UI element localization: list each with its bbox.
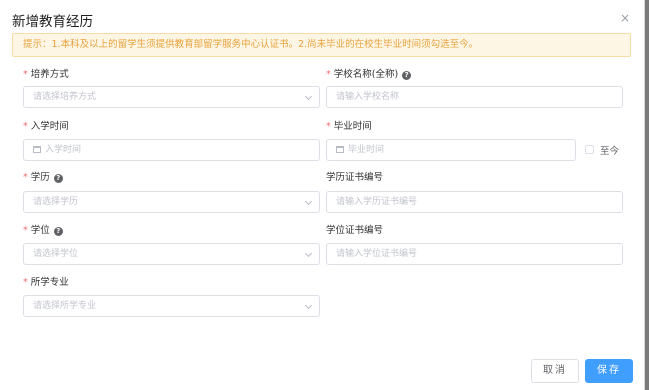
graduate-date-picker[interactable]: 毕业时间	[326, 139, 576, 161]
major-select[interactable]: 请选择所学专业	[23, 295, 320, 317]
education-dialog: 新增教育经历 × 提示：1.本科及以上的留学生须提供教育部留学服务中心认证书。2…	[0, 0, 645, 390]
notice-banner: 提示：1.本科及以上的留学生须提供教育部留学服务中心认证书。2.尚未毕业的在校生…	[12, 33, 631, 57]
edu-cert-no-label: 学历证书编号	[326, 172, 384, 183]
education-label: * 学历?	[23, 172, 63, 184]
help-icon[interactable]: ?	[53, 174, 63, 183]
enroll-date-picker[interactable]: 入学时间	[23, 139, 320, 161]
chevron-down-icon	[304, 249, 313, 258]
training-mode-select[interactable]: 请选择培养方式	[23, 86, 320, 108]
until-now-label[interactable]: 至今	[600, 143, 619, 157]
until-now-checkbox[interactable]	[585, 145, 594, 154]
calendar-icon	[336, 146, 344, 153]
school-name-label: * 学校名称(全称)?	[326, 69, 412, 81]
chevron-down-icon	[304, 301, 313, 310]
help-icon[interactable]: ?	[402, 71, 412, 80]
school-name-input[interactable]: 请输入学校名称	[326, 86, 623, 108]
enroll-date-label: * 入学时间	[23, 121, 69, 132]
required-mark: *	[23, 225, 28, 236]
major-label: * 所学专业	[23, 277, 69, 288]
education-select[interactable]: 请选择学历	[23, 191, 320, 213]
chevron-down-icon	[304, 197, 313, 206]
dialog-title: 新增教育经历	[12, 14, 93, 30]
required-mark: *	[23, 172, 28, 183]
required-mark: *	[326, 69, 331, 80]
edu-cert-no-input[interactable]: 请输入学历证书编号	[326, 191, 623, 213]
save-button[interactable]: 保存	[585, 359, 633, 383]
degree-cert-no-label: 学位证书编号	[326, 225, 384, 236]
required-mark: *	[23, 277, 28, 288]
calendar-icon	[33, 146, 41, 153]
help-icon[interactable]: ?	[53, 227, 63, 236]
training-mode-label: * 培养方式	[23, 69, 69, 80]
degree-select[interactable]: 请选择学位	[23, 243, 320, 265]
degree-cert-no-input[interactable]: 请输入学位证书编号	[326, 243, 623, 265]
required-mark: *	[23, 69, 28, 80]
required-mark: *	[326, 121, 331, 132]
degree-label: * 学位?	[23, 225, 63, 237]
required-mark: *	[23, 121, 28, 132]
cancel-button[interactable]: 取消	[531, 359, 579, 383]
graduate-date-label: * 毕业时间	[326, 121, 372, 132]
chevron-down-icon	[304, 92, 313, 101]
close-icon[interactable]: ×	[620, 12, 632, 24]
